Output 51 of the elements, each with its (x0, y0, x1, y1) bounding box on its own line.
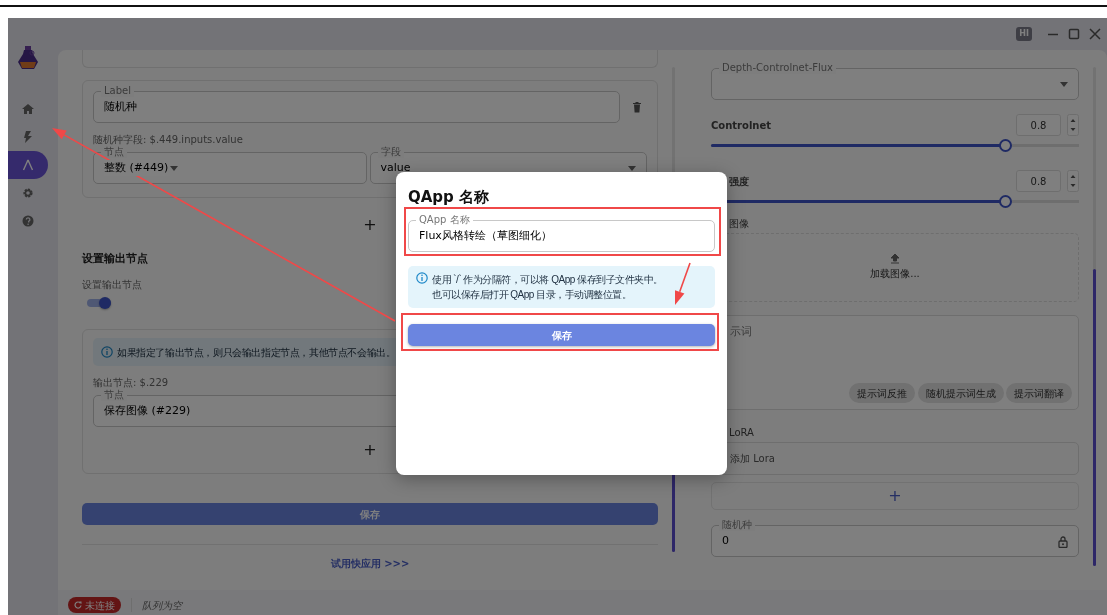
maximize-icon[interactable] (1068, 28, 1080, 40)
field-path-text: 输出节点: $.229 (93, 377, 169, 389)
refresh-icon (74, 601, 82, 609)
lock-icon (1058, 534, 1068, 548)
slider-label: 强度 (728, 174, 750, 189)
caret-icon (1060, 81, 1068, 87)
chat-icon[interactable]: HI (1016, 27, 1032, 41)
info-text: 使用 `/` 作为分隔符，可以将 QApp 保存到子文件夹中。 (432, 273, 663, 287)
add-button[interactable]: + (359, 217, 381, 233)
upload-text: 加载图像... (870, 267, 920, 282)
connection-status[interactable]: 未连接 (68, 597, 121, 613)
info-icon (101, 346, 113, 358)
info-icon (416, 272, 428, 284)
slider-thumb[interactable] (999, 139, 1013, 152)
prompt-chip[interactable]: 提示词翻译 (1006, 383, 1072, 403)
upload-icon (890, 253, 900, 264)
scrollbar[interactable] (1093, 67, 1096, 566)
slider-label: Controlnet (711, 118, 773, 133)
save-button[interactable]: 保存 (82, 503, 658, 525)
slider-thumb[interactable] (999, 195, 1013, 208)
section-label: 图像 (728, 218, 749, 230)
switch-label: 设置输出节点 (82, 279, 142, 291)
toggle-switch[interactable] (87, 297, 111, 309)
potion-bottle-logo (17, 45, 39, 71)
sidebar-item[interactable] (8, 151, 48, 179)
add-lora-button[interactable]: + (711, 482, 1079, 510)
home-icon (22, 103, 34, 115)
lightning-icon (22, 131, 34, 143)
section-heading: 设置输出节点 (82, 252, 148, 266)
help-icon (22, 215, 34, 227)
dialog-title: QApp 名称 (408, 188, 491, 206)
prompt-chip[interactable]: 随机提示词生成 (917, 383, 1004, 403)
prompt-chip[interactable]: 提示词反推 (849, 383, 915, 403)
info-text: 也可以保存后打开 QApp 目录，手动调整位置。 (432, 288, 632, 302)
section-label: LoRA (728, 427, 754, 439)
annotation-arrow (675, 262, 691, 305)
queue-status: 队列为空 (142, 598, 182, 613)
field-path-text: 随机种字段: $.449.inputs.value (93, 134, 243, 146)
compass-icon (22, 159, 34, 171)
number-field[interactable]: 0.8 (1016, 114, 1061, 136)
spinner-icon[interactable] (1067, 114, 1079, 136)
caret-icon (170, 165, 179, 171)
close-icon[interactable] (1089, 28, 1101, 40)
save-button[interactable]: 保存 (408, 324, 715, 346)
trash-icon[interactable] (631, 101, 643, 113)
try-app-link[interactable]: 试用快应用 >>> (330, 558, 410, 569)
spinner-icon[interactable] (1067, 170, 1079, 192)
alert-text: 如果指定了输出节点，则只会输出指定节点，其他节点不会输出。 (117, 345, 396, 360)
add-button[interactable]: + (359, 442, 381, 458)
number-field[interactable]: 0.8 (1016, 170, 1061, 192)
settings-icon (22, 187, 34, 199)
